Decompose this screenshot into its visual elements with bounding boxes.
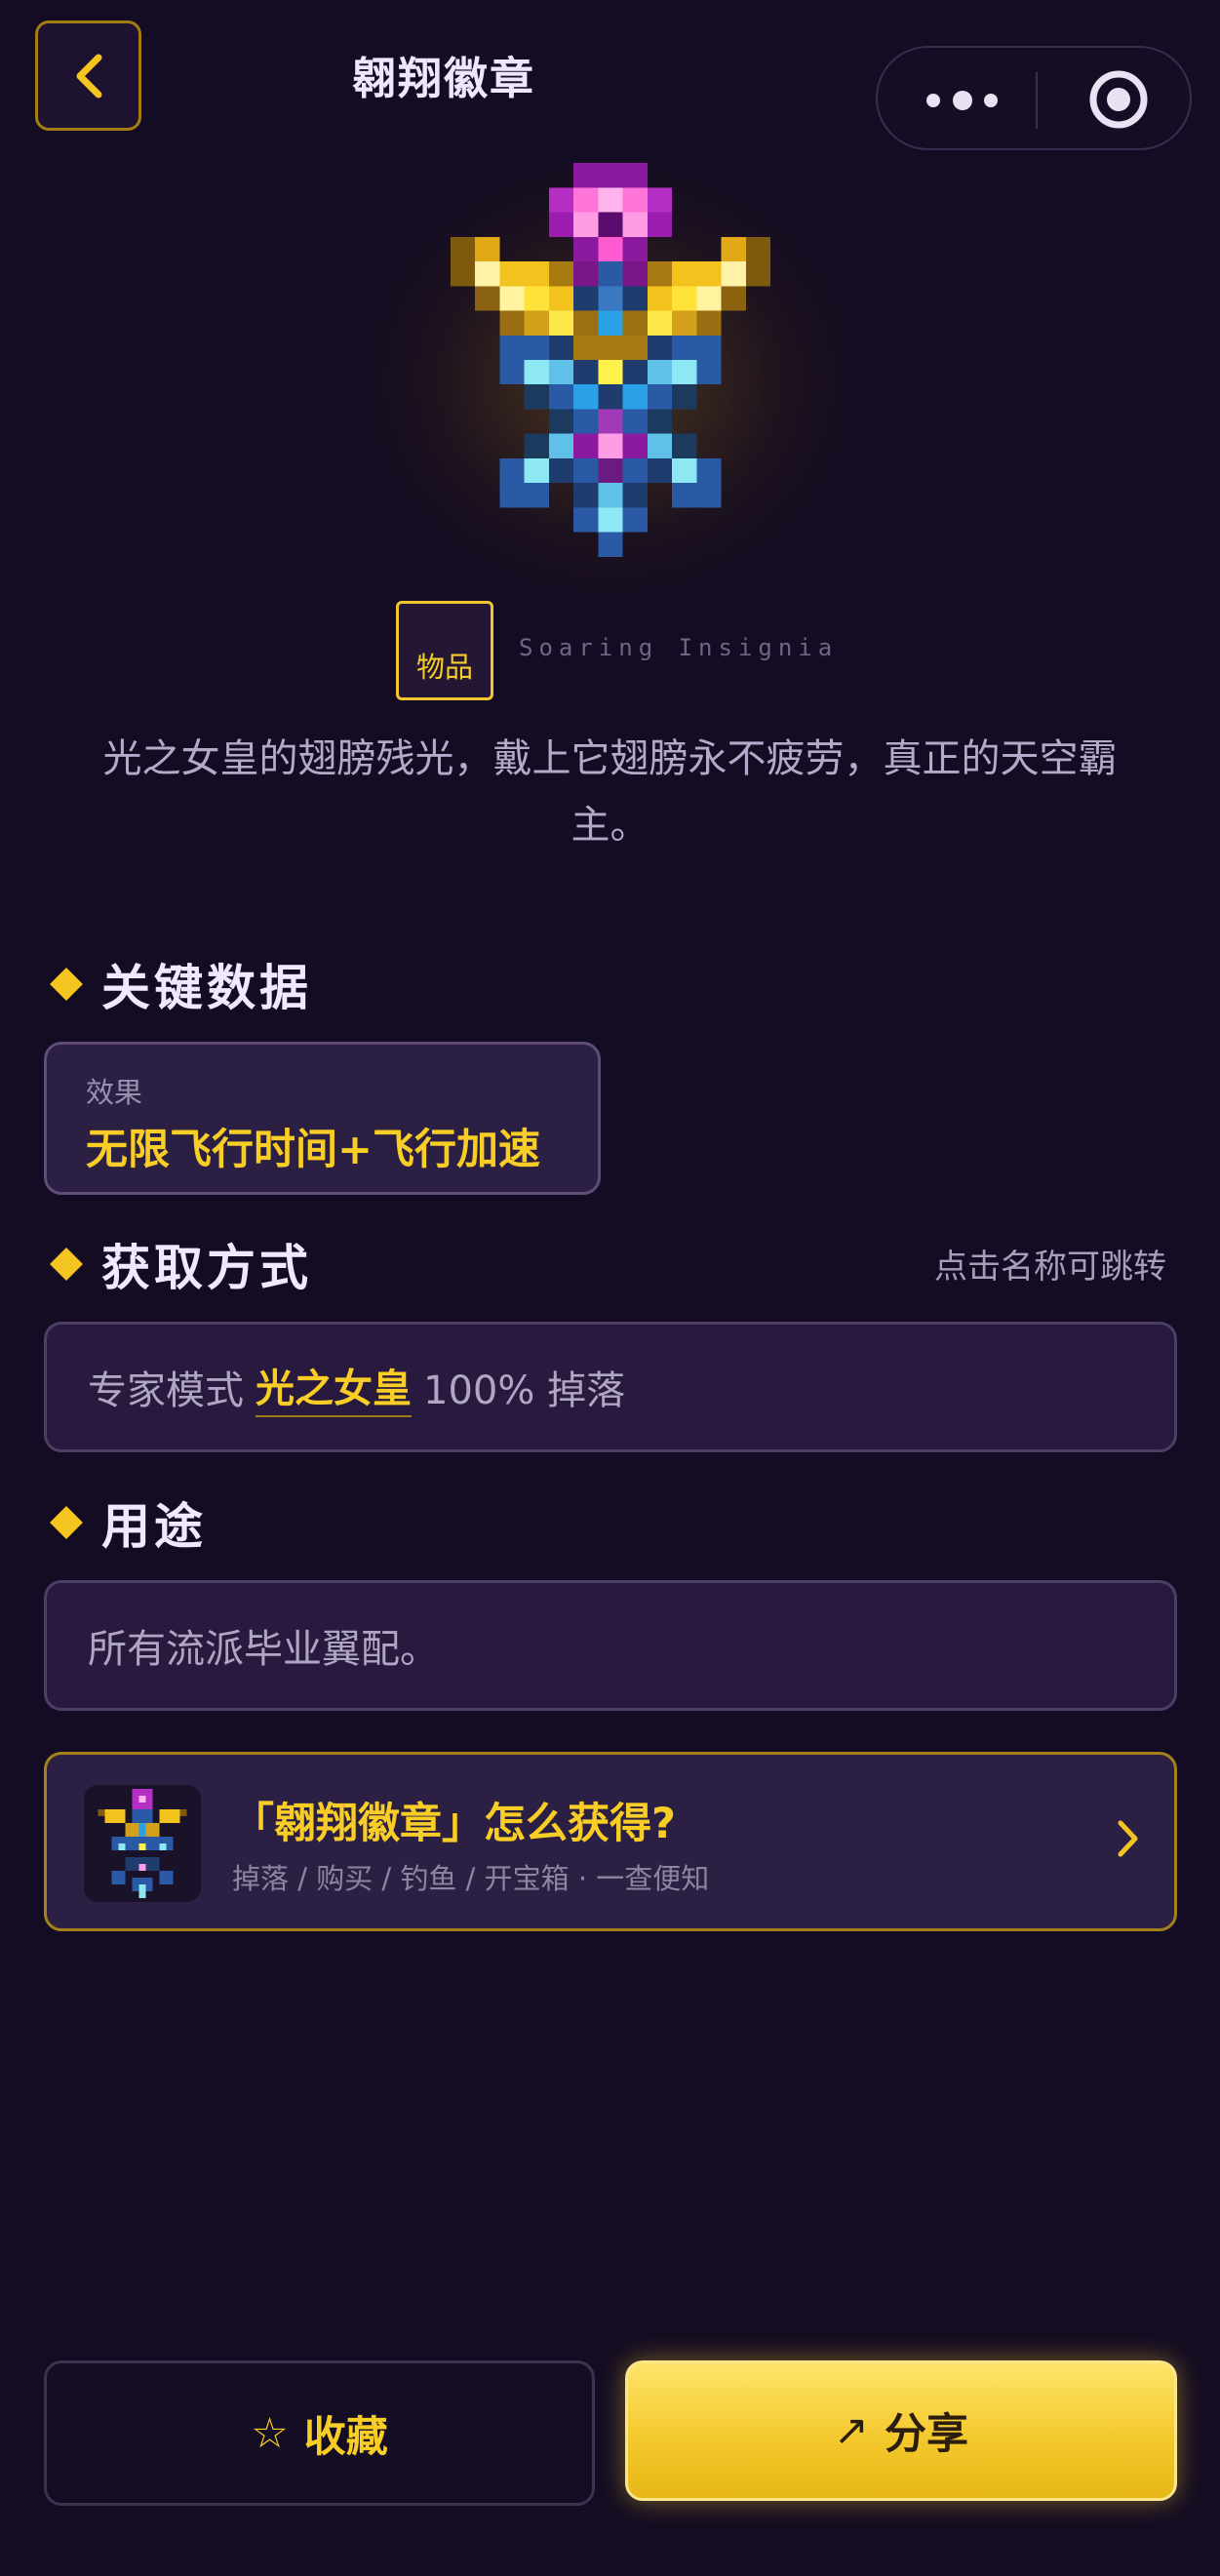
soaring-insignia-thumbnail-icon xyxy=(98,1789,187,1898)
more-dots-icon[interactable] xyxy=(926,91,1036,110)
target-circle-icon[interactable] xyxy=(1086,67,1151,132)
obtain-guide-card[interactable]: 「翱翔徽章」怎么获得? 掉落 / 购买 / 钓鱼 / 开宝箱 · 一查便知 xyxy=(44,1752,1177,1931)
obtain-heading: 获取方式 xyxy=(49,1229,312,1299)
effect-value: 无限飞行时间+飞行加速 xyxy=(86,1126,541,1174)
share-label: 分享 xyxy=(885,2410,969,2459)
jump-hint: 点击名称可跳转 xyxy=(934,1248,1166,1287)
usage-box: 所有流派毕业翼配。 xyxy=(44,1580,1177,1711)
drop-rate: 100% 掉落 xyxy=(423,1368,626,1413)
item-description: 光之女皇的翅膀残光，戴上它翅膀永不疲劳，真正的天空霸主。 xyxy=(102,736,1118,848)
english-name: Soaring Insignia xyxy=(519,634,839,661)
obtain-mode: 专家模式 xyxy=(88,1368,244,1413)
section-title: 获取方式 xyxy=(101,1240,312,1296)
mini-program-capsule xyxy=(876,46,1192,150)
effect-card: 效果 无限飞行时间+飞行加速 xyxy=(44,1042,601,1195)
section-title: 关键数据 xyxy=(101,960,312,1016)
usage-heading: 用途 xyxy=(49,1487,207,1558)
page-title: 翱翔徽章 xyxy=(351,53,535,104)
share-arrow-icon: ↗ xyxy=(833,2406,870,2455)
favorite-label: 收藏 xyxy=(303,2412,388,2462)
guide-thumbnail xyxy=(84,1785,201,1902)
back-button[interactable] xyxy=(35,20,141,131)
capsule-divider xyxy=(1036,72,1038,129)
diamond-icon xyxy=(50,968,83,1001)
soaring-insignia-pixel-icon xyxy=(451,163,770,557)
obtain-box: 专家模式 光之女皇 100% 掉落 xyxy=(44,1322,1177,1452)
section-title: 用途 xyxy=(101,1498,207,1555)
category-badge: 物品 xyxy=(396,601,493,700)
chevron-right-icon xyxy=(1118,1820,1138,1857)
star-outline-icon: ☆ xyxy=(251,2408,289,2458)
effect-label: 效果 xyxy=(86,1076,143,1109)
guide-subtitle: 掉落 / 购买 / 钓鱼 / 开宝箱 · 一查便知 xyxy=(232,1862,710,1895)
key-data-heading: 关键数据 xyxy=(49,949,312,1019)
share-button[interactable]: ↗ 分享 xyxy=(625,2360,1177,2501)
diamond-icon xyxy=(50,1248,83,1281)
diamond-icon xyxy=(50,1506,83,1539)
boss-link[interactable]: 光之女皇 xyxy=(256,1357,412,1417)
usage-text: 所有流派毕业翼配。 xyxy=(88,1627,439,1672)
chevron-left-icon xyxy=(76,54,101,98)
favorite-button[interactable]: ☆ 收藏 xyxy=(44,2360,595,2506)
guide-title: 「翱翔徽章」怎么获得? xyxy=(232,1800,676,1848)
